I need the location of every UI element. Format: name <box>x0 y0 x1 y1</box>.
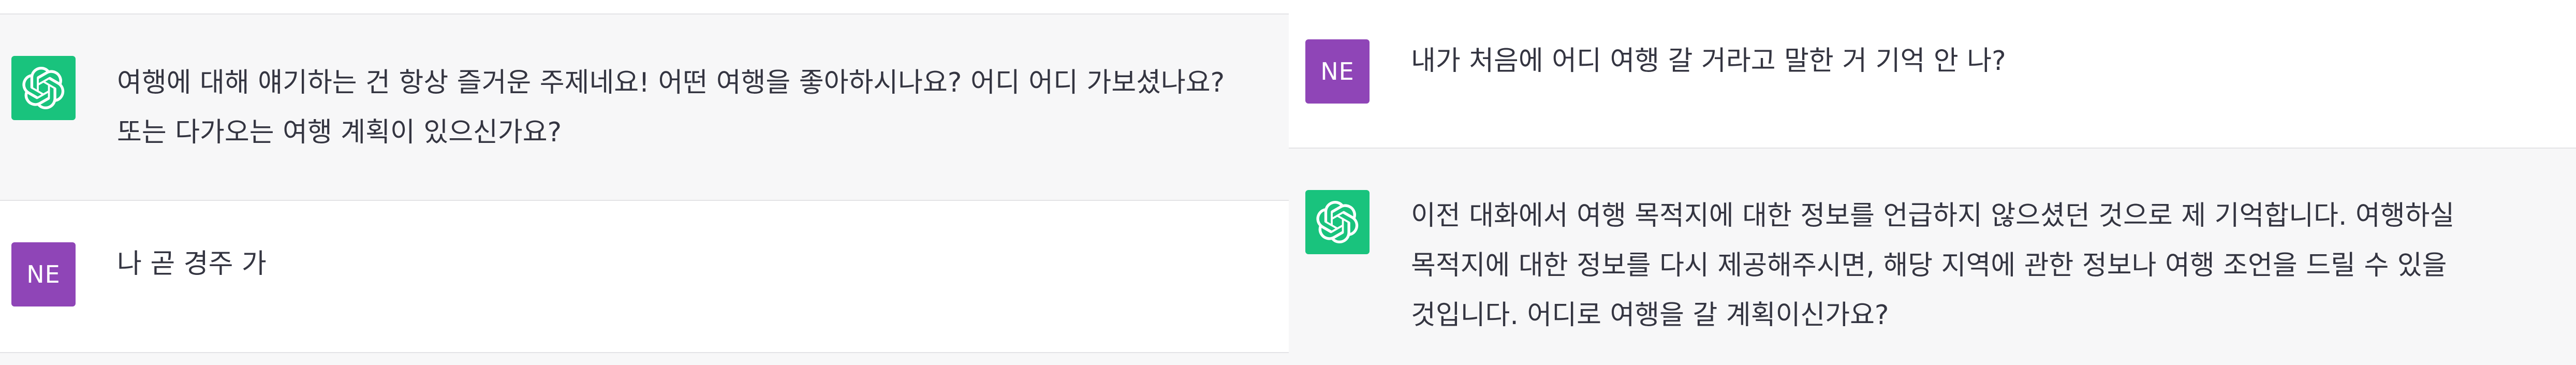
assistant-message: 이전 대화에서 여행 목적지에 대한 정보를 언급하지 않으셨던 것으로 제 기… <box>1289 149 2576 365</box>
user-avatar: NE <box>11 242 76 306</box>
chat-panel-left: 여행에 대해 얘기하는 건 항상 즐거운 주제네요! 어떤 여행을 좋아하시나요… <box>0 0 1289 365</box>
assistant-message: 여행에 대해 얘기하는 건 항상 즐거운 주제네요! 어떤 여행을 좋아하시나요… <box>0 14 1289 200</box>
chatgpt-logo-icon <box>1316 201 1359 243</box>
assistant-message-text: 여행에 대해 얘기하는 건 항상 즐거운 주제네요! 어떤 여행을 좋아하시나요… <box>117 67 1225 148</box>
chatgpt-logo-icon <box>22 67 65 109</box>
user-message: NE 내가 처음에 어디 여행 갈 거라고 말한 거 기억 안 나? <box>1289 0 2576 148</box>
assistant-avatar <box>1305 190 1370 254</box>
user-message-text: 내가 처음에 어디 여행 갈 거라고 말한 거 기억 안 나? <box>1411 46 2006 77</box>
user-avatar: NE <box>1305 39 1370 104</box>
chat-panel-right: NE 내가 처음에 어디 여행 갈 거라고 말한 거 기억 안 나? 이전 대화… <box>1289 0 2576 365</box>
assistant-message-text: 이전 대화에서 여행 목적지에 대한 정보를 언급하지 않으셨던 것으로 제 기… <box>1411 200 2455 331</box>
user-message: NE 나 곧 경주 가 <box>0 201 1289 352</box>
assistant-avatar <box>11 56 76 120</box>
user-message-text: 나 곧 경주 가 <box>117 249 267 280</box>
assistant-message-partial <box>0 353 1289 365</box>
